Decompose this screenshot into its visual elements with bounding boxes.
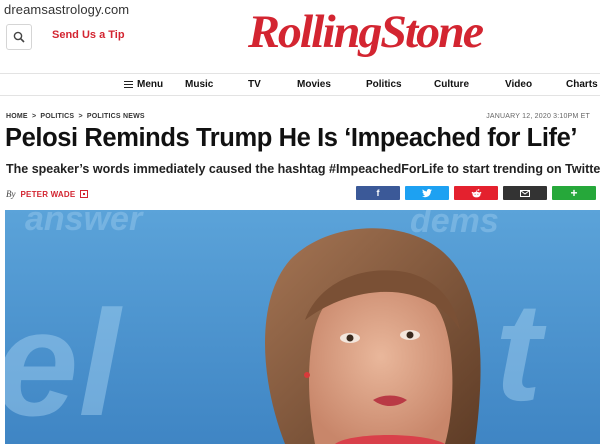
nav-item-tv[interactable]: TV — [248, 79, 261, 90]
share-reddit-button[interactable] — [454, 186, 498, 200]
send-tip-link[interactable]: Send Us a Tip — [52, 29, 125, 41]
breadcrumb-politics-news[interactable]: POLITICS NEWS — [87, 113, 145, 120]
byline-prefix: By — [6, 189, 16, 199]
breadcrumb-separator: > — [78, 113, 83, 120]
rolling-stone-logo[interactable]: RollingStone — [248, 5, 484, 59]
email-icon — [520, 189, 530, 197]
menu-button[interactable]: Menu — [124, 79, 163, 90]
menu-label: Menu — [137, 79, 164, 90]
svg-text:answer: answer — [25, 210, 144, 238]
hamburger-icon — [124, 80, 133, 89]
search-button[interactable] — [6, 24, 32, 50]
breadcrumb-politics[interactable]: POLITICS — [40, 113, 74, 120]
nav-item-politics[interactable]: Politics — [366, 79, 402, 90]
main-nav: Menu Music TV Movies Politics Culture Vi… — [0, 74, 600, 96]
nav-item-culture[interactable]: Culture — [434, 79, 469, 90]
author-profile-icon[interactable] — [80, 190, 89, 198]
svg-text:dems: dems — [410, 210, 499, 240]
watermark-text: dreamsastrology.com — [0, 0, 135, 20]
share-twitter-button[interactable] — [405, 186, 449, 200]
share-facebook-button[interactable]: f — [356, 186, 400, 200]
breadcrumb: HOME > POLITICS > POLITICS NEWS — [6, 113, 147, 120]
hero-photo: answer dems el t — [5, 210, 600, 444]
article-headline: Pelosi Reminds Trump He Is ‘Impeached fo… — [5, 124, 578, 152]
search-icon — [13, 31, 25, 43]
breadcrumb-home[interactable]: HOME — [6, 113, 28, 120]
nav-item-video[interactable]: Video — [505, 79, 532, 90]
article-date: JANUARY 12, 2020 3:10PM ET — [486, 113, 590, 120]
facebook-icon: f — [376, 188, 380, 198]
share-email-button[interactable] — [503, 186, 547, 200]
twitter-icon — [422, 188, 432, 197]
nav-item-charts[interactable]: Charts — [566, 79, 598, 90]
reddit-icon — [471, 188, 481, 197]
share-more-button[interactable]: + — [552, 186, 596, 200]
nav-item-music[interactable]: Music — [185, 79, 213, 90]
article-hero-image: answer dems el t — [5, 210, 600, 444]
article-subheadline: The speaker’s words immediately caused t… — [6, 162, 600, 176]
svg-text:el: el — [5, 279, 123, 444]
author-link[interactable]: PETER WADE — [21, 190, 76, 199]
svg-text:t: t — [495, 273, 547, 430]
nav-item-movies[interactable]: Movies — [297, 79, 331, 90]
plus-icon: + — [570, 186, 578, 200]
byline: By PETER WADE — [6, 189, 89, 199]
breadcrumb-separator: > — [31, 113, 37, 120]
